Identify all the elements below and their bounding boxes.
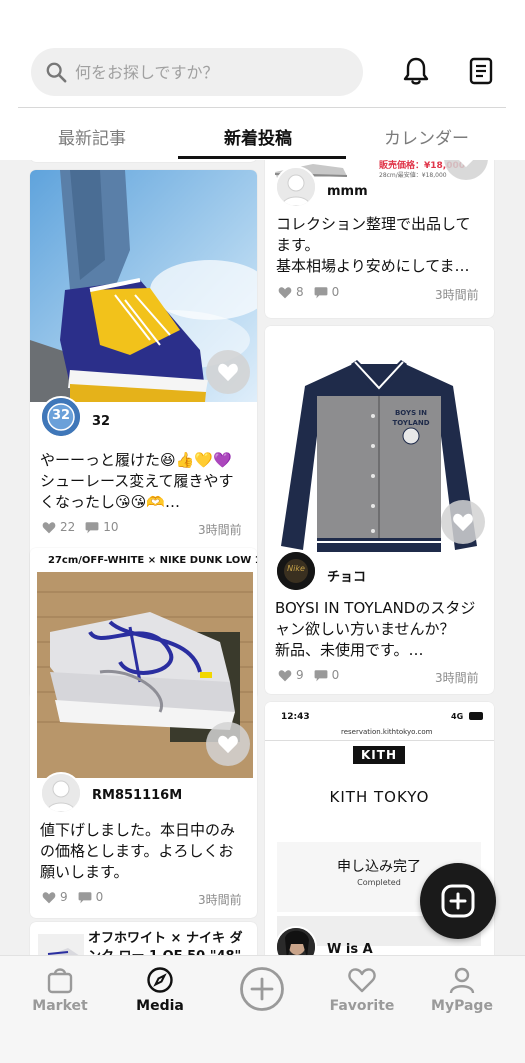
heart-icon [218,735,238,754]
search-icon [46,62,67,83]
avatar-badge-text: 32 [51,408,71,423]
search-bar[interactable] [31,48,363,96]
post-card[interactable]: 販売価格：¥18,000 28cm/最安値：¥18,000 mmm コレクション… [265,160,494,318]
person-icon [449,967,475,994]
post-feed[interactable]: 32 32 やーーっと履けた😆👍💛💜 シューレース変えて履きやす くなったし😘😘… [0,160,525,955]
plus-circle-icon [240,967,284,1011]
post-stats: 8 0 [278,285,339,299]
like-button[interactable] [441,500,485,544]
status-time: 12:43 [281,712,310,722]
post-image[interactable]: BOYS IN TOYLAND [265,326,494,562]
heart-icon [458,160,474,168]
username[interactable]: 32 [92,414,110,429]
nav-label: Market [32,998,88,1014]
post-card[interactable]: オフホワイト × ナイキ ダ ンク ロー 1 OF 50 "48" [30,922,257,955]
nav-post[interactable] [212,966,312,1012]
avatar[interactable]: 32 [40,396,82,438]
status-network: 4G [451,712,464,721]
like-button[interactable] [206,350,250,394]
bag-icon [47,968,73,994]
price-sub: 28cm/最安値：¥18,000 [379,172,447,179]
create-post-button[interactable] [420,863,496,939]
comment-count: 0 [331,668,340,682]
listing-title: 27cm/OFF-WHITE × NIKE DUNK LOW 1 O... [48,554,257,566]
post-time: 3時間前 [435,671,479,685]
tab-calendar[interactable]: カレンダー [384,124,469,149]
compass-icon [147,967,173,993]
post-time: 3時間前 [435,288,479,302]
post-card-partial[interactable] [30,160,257,162]
post-stats: 22 10 [42,520,119,534]
post-stats: 9 0 [42,890,103,904]
bottom-navigation: Market Media Favorite MyPage [0,955,525,1063]
comment-icon [314,669,328,681]
plus-square-icon [441,884,475,918]
post-thumbnail [38,934,84,955]
heart-icon [348,968,376,993]
heart-icon [453,513,473,532]
post-image[interactable]: 27cm/OFF-WHITE × NIKE DUNK LOW 1 O... [30,548,257,778]
comment-icon [85,521,99,533]
bell-icon[interactable] [401,56,431,86]
like-count: 9 [296,668,304,682]
username[interactable]: mmm [327,184,368,199]
like-button[interactable] [206,722,250,766]
nav-label: Media [136,998,184,1014]
username[interactable]: W is A [327,942,373,955]
comment-count: 0 [95,890,104,904]
username[interactable]: RM851116M [92,788,182,803]
nav-label: MyPage [431,998,493,1014]
heart-icon [42,891,56,903]
header-divider [18,107,506,108]
nav-market[interactable]: Market [10,966,110,1014]
like-count: 22 [60,520,76,534]
tab-latest-articles[interactable]: 最新記事 [58,124,126,149]
post-text: 値下げしました。本日中のみ の価格とします。よろしくお 願いします。 [40,821,236,881]
post-text: BOYSI IN TOYLANDのスタジ ャン欲しい方いませんか？ 新品、未使用… [275,599,476,659]
post-time: 3時間前 [198,893,242,907]
post-card[interactable]: 27cm/OFF-WHITE × NIKE DUNK LOW 1 O... [30,548,257,918]
listing-header: 27cm/OFF-WHITE × NIKE DUNK LOW 1 O... [30,548,257,572]
active-tab-indicator [178,156,346,159]
avatar[interactable] [40,772,82,814]
tab-new-posts[interactable]: 新着投稿 [224,124,292,149]
comment-count: 10 [103,520,119,534]
kith-logo: KITH [353,746,405,764]
jacket-print: BOYS IN TOYLAND [392,409,430,427]
battery-icon [469,712,483,720]
heart-icon [278,669,292,681]
browser-url: reservation.kithtokyo.com [341,728,433,736]
avatar[interactable] [275,166,317,208]
like-count: 9 [60,890,68,904]
heart-icon [278,286,292,298]
post-text: やーーっと履けた😆👍💛💜 シューレース変えて履きやす くなったし😘😘🫶… [40,451,234,511]
listing-title: オフホワイト × ナイキ ダ ンク ロー 1 OF 50 "48" [88,931,243,955]
search-input[interactable] [75,62,335,82]
post-image[interactable] [30,170,257,402]
heart-icon [42,521,56,533]
avatar[interactable]: Nike [275,550,317,592]
heart-icon [218,363,238,382]
comment-count: 0 [331,285,340,299]
app-header [0,0,525,108]
avatar-badge-text: Nike [287,564,305,573]
username[interactable]: チョコ [327,566,366,585]
store-name: KITH TOKYO [329,788,430,806]
kith-logo-text: KITH [361,748,397,762]
comment-icon [78,891,92,903]
like-count: 8 [296,285,304,299]
notes-icon[interactable] [466,56,496,86]
tab-bar: 最新記事 新着投稿 カレンダー [0,112,525,160]
comment-icon [314,286,328,298]
post-time: 3時間前 [198,523,242,537]
nav-label: Favorite [329,998,395,1014]
post-card[interactable]: BOYS IN TOYLAND Nike チョコ BOYSI IN TOYLAN… [265,326,494,694]
post-text: コレクション整理で出品して ます。 基本相場より安めにしてま… [276,215,471,275]
post-stats: 9 0 [278,668,339,682]
nav-mypage[interactable]: MyPage [412,966,512,1014]
nav-media[interactable]: Media [110,966,210,1014]
nav-favorite[interactable]: Favorite [312,966,412,1014]
